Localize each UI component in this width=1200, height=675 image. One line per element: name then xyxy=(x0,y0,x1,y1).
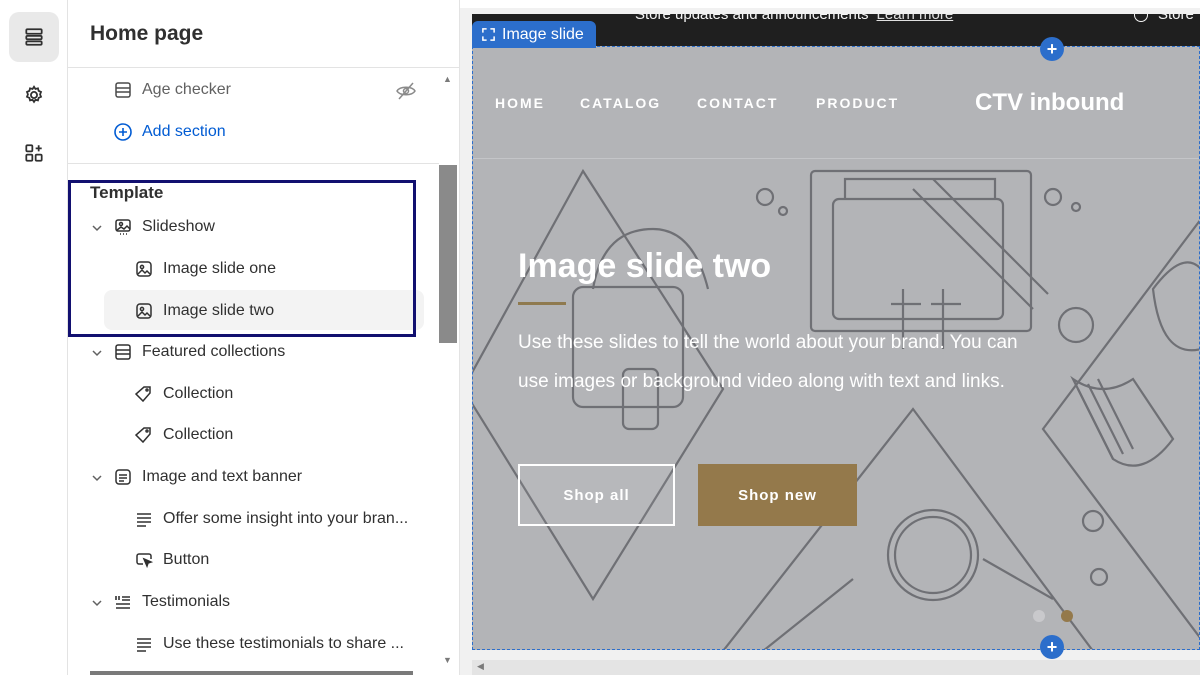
theme-editor: Home page Age checker Add section Templa… xyxy=(0,0,1200,675)
text-block-icon xyxy=(113,467,133,487)
apps-icon xyxy=(25,144,43,162)
tag-icon xyxy=(134,384,154,404)
section-divider xyxy=(68,163,459,164)
sidebar-item-button[interactable]: Button xyxy=(134,550,209,570)
store-header: HOME CATALOG CONTACT PRODUCT CTV inbound xyxy=(473,47,1199,159)
sidebar-item-testimonials-text[interactable]: Use these testimonials to share ... xyxy=(134,634,404,654)
settings-rail-button[interactable] xyxy=(9,70,59,120)
slideshow-preview[interactable]: HOME CATALOG CONTACT PRODUCT CTV inbound xyxy=(472,46,1200,650)
announcement-text: Store updates and announcements Learn mor… xyxy=(635,14,953,23)
scroll-left-arrow-icon[interactable]: ◀ xyxy=(477,661,484,672)
sidebar-item-offer-insight[interactable]: Offer some insight into your bran... xyxy=(134,509,408,529)
sidebar-item-featured-collections[interactable]: Featured collections xyxy=(113,342,285,362)
nav-link-home[interactable]: HOME xyxy=(495,95,545,111)
sidebar-header: Home page xyxy=(68,0,459,68)
sections-sidebar: Home page Age checker Add section Templa… xyxy=(68,0,460,675)
chevron-down-icon[interactable] xyxy=(90,596,104,610)
plus-icon: + xyxy=(1046,38,1058,59)
slide-background-illustration xyxy=(473,168,1199,649)
section-icon xyxy=(113,80,133,100)
hero-title: Image slide two xyxy=(518,247,772,285)
collection-list-icon xyxy=(113,342,133,362)
add-section-below-button[interactable]: + xyxy=(1040,635,1064,659)
sidebar-item-label: Collection xyxy=(163,385,234,402)
sidebar-bottom-edge xyxy=(90,671,413,675)
template-highlight-box xyxy=(68,180,416,337)
sections-icon xyxy=(25,28,43,46)
scroll-up-arrow-icon[interactable]: ▲ xyxy=(443,74,452,84)
sidebar-item-label: Collection xyxy=(163,426,234,443)
sidebar-item-testimonials[interactable]: Testimonials xyxy=(113,592,230,612)
age-checker-label: Age checker xyxy=(142,81,231,98)
selected-block-label: Image slide xyxy=(502,25,584,43)
add-section-above-button[interactable]: + xyxy=(1040,37,1064,61)
sidebar-item-collection-1[interactable]: Collection xyxy=(134,384,233,404)
sidebar-scroll-thumb[interactable] xyxy=(439,165,457,343)
button-cursor-icon xyxy=(134,550,154,570)
hero-description: Use these slides to tell the world about… xyxy=(518,332,1018,392)
store-status-icon xyxy=(1134,14,1148,23)
sidebar-item-image-and-text-banner[interactable]: Image and text banner xyxy=(113,467,302,487)
selected-block-tag[interactable]: Image slide xyxy=(472,21,596,48)
announcement-right: Store xyxy=(1134,14,1194,23)
shop-all-button[interactable]: Shop all xyxy=(518,464,675,526)
chevron-down-icon[interactable] xyxy=(90,471,104,485)
tag-icon xyxy=(134,425,154,445)
gear-icon xyxy=(25,85,43,104)
chevron-down-icon[interactable] xyxy=(90,346,104,360)
text-lines-icon xyxy=(134,509,154,529)
sidebar-item-label: Featured collections xyxy=(142,343,286,360)
eye-off-icon[interactable] xyxy=(395,81,417,101)
store-label: Store xyxy=(1158,14,1194,23)
sidebar-item-label: Image and text banner xyxy=(142,468,303,485)
store-brand[interactable]: CTV inbound xyxy=(975,89,1124,117)
preview-horizontal-scrollbar[interactable]: ◀ xyxy=(472,660,1200,675)
nav-link-product[interactable]: PRODUCT xyxy=(816,95,899,111)
sidebar-item-label: Use these testimonials to share ... xyxy=(163,635,404,652)
shop-new-button[interactable]: Shop new xyxy=(698,464,857,526)
slide-dot-1[interactable] xyxy=(1033,610,1045,622)
announcement-message: Store updates and announcements xyxy=(635,14,869,23)
age-checker-item[interactable]: Age checker xyxy=(113,80,231,100)
sidebar-item-label: Button xyxy=(163,551,210,568)
plus-circle-icon xyxy=(113,122,133,142)
icon-rail xyxy=(0,0,68,675)
sections-rail-button[interactable] xyxy=(9,12,59,62)
sidebar-item-label: Testimonials xyxy=(142,593,231,610)
selection-frame-icon xyxy=(482,28,495,41)
add-section-label: Add section xyxy=(142,123,226,140)
add-section-button[interactable]: Add section xyxy=(113,122,226,142)
page-title: Home page xyxy=(90,22,204,45)
text-lines-icon xyxy=(134,634,154,654)
sidebar-scrollbar[interactable] xyxy=(439,68,459,675)
sidebar-item-collection-2[interactable]: Collection xyxy=(134,425,233,445)
preview-top-strip xyxy=(460,0,1200,8)
nav-link-catalog[interactable]: CATALOG xyxy=(580,95,661,111)
plus-icon: + xyxy=(1046,636,1058,657)
slide-dot-2[interactable] xyxy=(1061,610,1073,622)
nav-link-contact[interactable]: CONTACT xyxy=(697,95,778,111)
apps-rail-button[interactable] xyxy=(9,128,59,178)
testimonials-icon xyxy=(113,592,133,612)
scroll-down-arrow-icon[interactable]: ▼ xyxy=(443,655,452,665)
hero-title-underline xyxy=(518,302,566,305)
sidebar-item-label: Offer some insight into your bran... xyxy=(163,510,409,527)
announcement-link[interactable]: Learn more xyxy=(877,14,954,23)
